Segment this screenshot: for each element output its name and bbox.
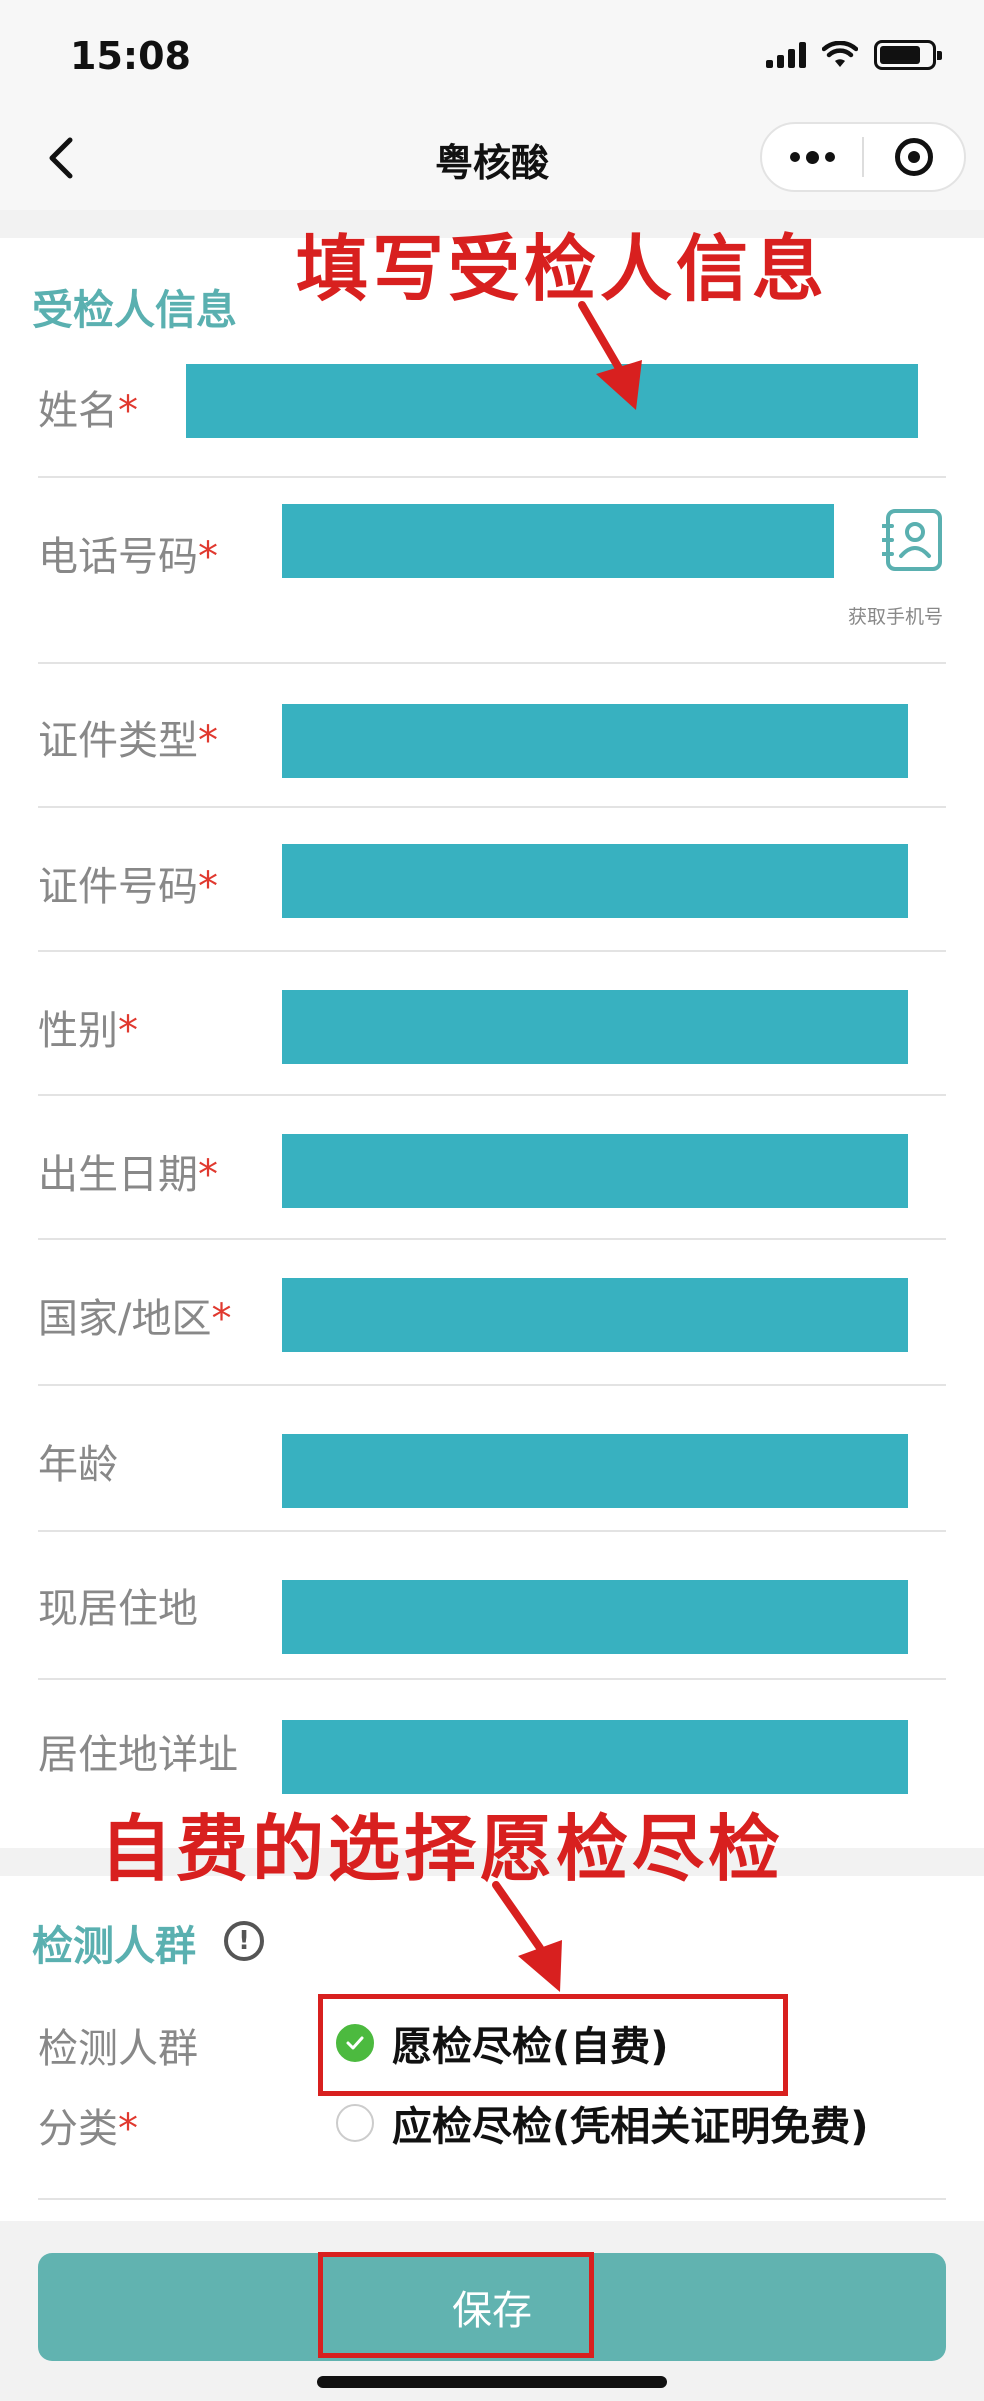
section-title-detection: 检测人群 xyxy=(32,1922,196,1970)
section-title-patient-info: 受检人信息 xyxy=(32,286,237,334)
divider xyxy=(38,1530,946,1532)
age-input[interactable] xyxy=(282,1434,908,1508)
nav-bar: 粤核酸 xyxy=(0,110,984,210)
divider xyxy=(38,806,946,808)
signal-icon xyxy=(766,42,806,68)
field-label-residence-detail: 居住地详址 xyxy=(38,1732,238,1778)
residence-input[interactable] xyxy=(282,1580,908,1654)
get-phone-caption[interactable]: 获取手机号 xyxy=(848,602,943,629)
field-label-id-number: 证件号码* xyxy=(38,864,218,910)
divider xyxy=(38,2198,946,2200)
radio-unchecked-icon[interactable] xyxy=(336,2104,374,2142)
info-icon[interactable]: ! xyxy=(224,1921,264,1961)
divider xyxy=(38,662,946,664)
status-icons xyxy=(766,40,942,70)
home-indicator xyxy=(317,2376,667,2388)
field-label-gender: 性别* xyxy=(38,1008,138,1054)
phone-input[interactable] xyxy=(282,504,834,578)
id-type-input[interactable] xyxy=(282,704,908,778)
more-icon[interactable] xyxy=(762,124,862,190)
annotation-fill-info: 填写受检人信息 xyxy=(296,227,829,311)
birth-date-input[interactable] xyxy=(282,1134,908,1208)
highlight-box-option xyxy=(318,1994,788,2096)
field-label-birth-date: 出生日期* xyxy=(38,1152,218,1198)
option-mandatory[interactable]: 应检尽检(凭相关证明免费) xyxy=(336,2094,869,2152)
detection-category-label-line1: 检测人群 xyxy=(38,2026,198,2072)
patient-info-card: 受检人信息 姓名* 电话号码* 获取手机号 证件类型* 证件号码* 性别* 出生… xyxy=(0,238,984,1848)
residence-detail-input[interactable] xyxy=(282,1720,908,1794)
divider xyxy=(38,1678,946,1680)
divider xyxy=(38,1384,946,1386)
status-bar: 15:08 xyxy=(0,0,984,110)
annotation-self-pay: 自费的选择愿检尽检 xyxy=(100,1807,785,1891)
field-label-age: 年龄 xyxy=(38,1442,118,1488)
name-input[interactable] xyxy=(186,364,918,438)
id-number-input[interactable] xyxy=(282,844,908,918)
divider xyxy=(38,950,946,952)
mini-program-capsule xyxy=(760,122,966,192)
battery-icon xyxy=(874,40,942,70)
highlight-box-save xyxy=(318,2252,594,2358)
field-label-id-type: 证件类型* xyxy=(38,718,218,764)
country-input[interactable] xyxy=(282,1278,908,1352)
field-label-residence: 现居住地 xyxy=(38,1586,198,1632)
divider xyxy=(38,1094,946,1096)
divider xyxy=(38,1238,946,1240)
wifi-icon xyxy=(822,41,858,67)
contact-card-icon[interactable] xyxy=(882,508,944,572)
field-label-name: 姓名* xyxy=(38,388,138,434)
divider xyxy=(38,476,946,478)
gender-input[interactable] xyxy=(282,990,908,1064)
detection-category-label-line2: 分类* xyxy=(38,2106,138,2152)
close-mini-program-icon[interactable] xyxy=(864,124,964,190)
status-time: 15:08 xyxy=(70,34,191,78)
field-label-phone: 电话号码* xyxy=(38,534,218,580)
field-label-country: 国家/地区* xyxy=(38,1296,232,1342)
option-mandatory-label: 应检尽检(凭相关证明免费) xyxy=(392,2104,869,2150)
